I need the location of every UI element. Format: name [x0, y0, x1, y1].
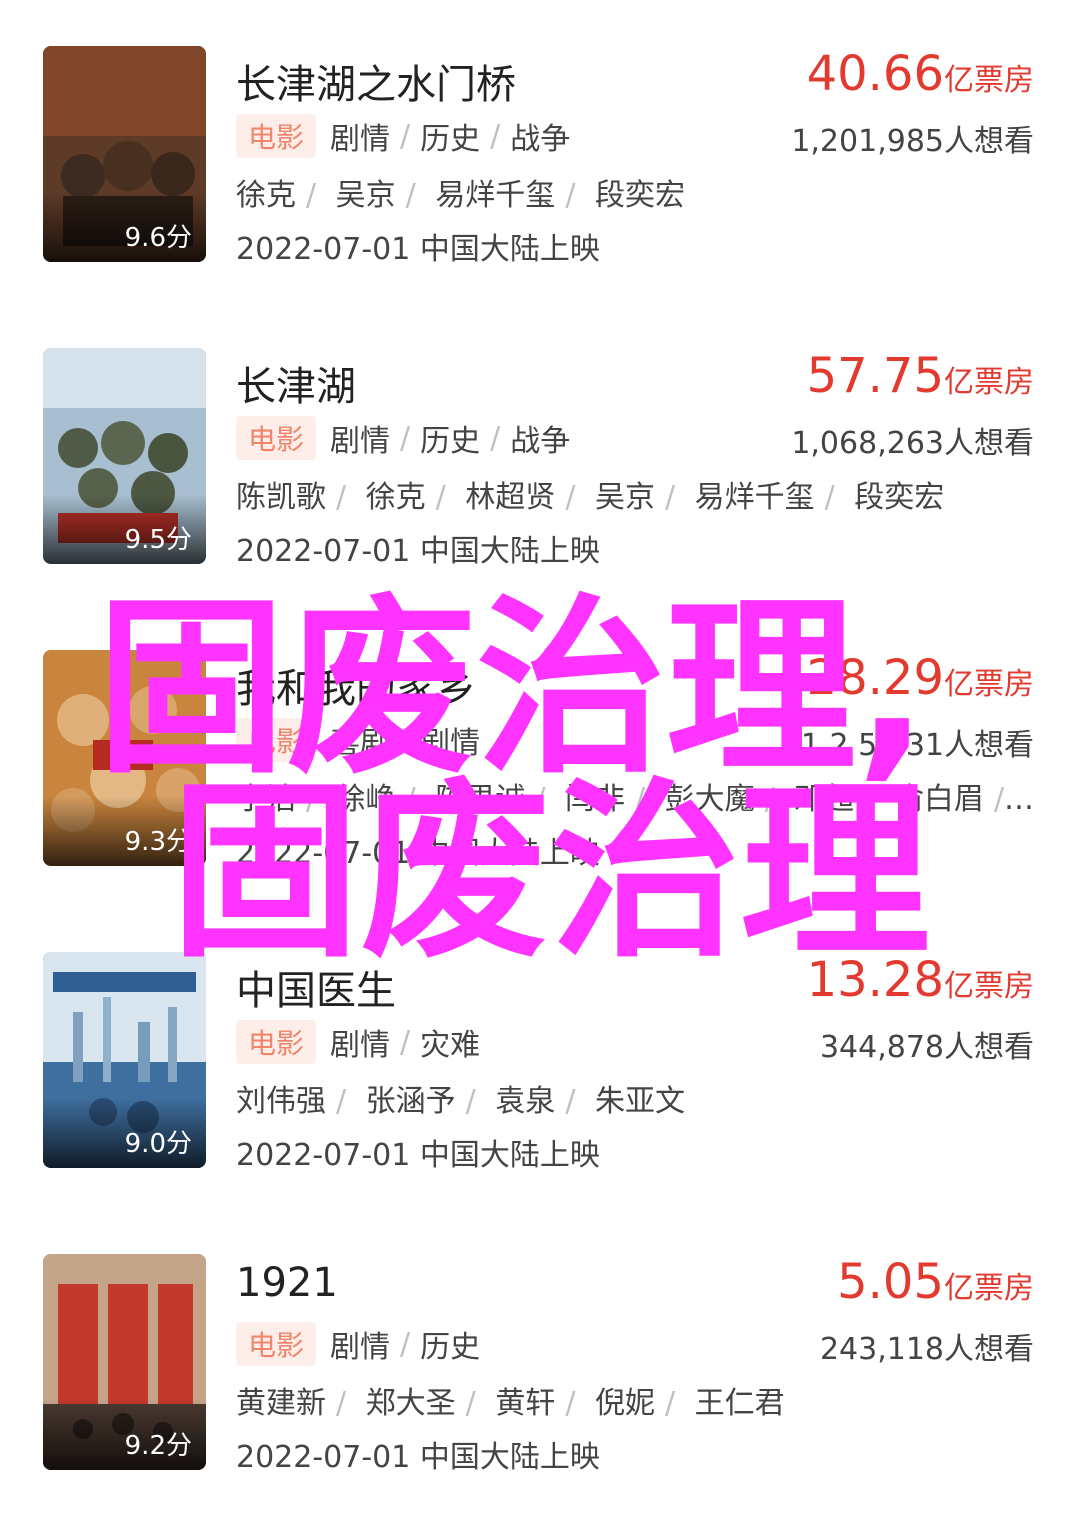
cast-member: 徐克 [365, 480, 426, 515]
cast-member: 闫非 [564, 782, 625, 817]
box-office-unit: 亿票房 [944, 365, 1034, 400]
cast-row: 黄建新 / 郑大圣 / 黄轩 / 倪妮 / 王仁君 [236, 1386, 785, 1421]
genre: 剧情 [330, 1330, 391, 1365]
box-office-unit: 亿票房 [944, 969, 1034, 1004]
rating-badge: 9.5分 [124, 525, 192, 555]
movie-title[interactable]: 1921 [236, 1260, 338, 1306]
cast-member: 宁浩 [236, 782, 296, 817]
cast-member: 黄轩 [495, 1386, 556, 1421]
box-office-value: 40.66 [806, 46, 944, 102]
want-count: 1,2 5,631人想看 [800, 728, 1034, 763]
cast-member: 刘伟强 [236, 1084, 326, 1119]
movie-poster[interactable]: 9.5分 [43, 348, 206, 564]
category-tag: 电影 [236, 114, 317, 158]
rating-badge: 9.6分 [124, 223, 192, 253]
cast-member: 朱亚文 [594, 1084, 685, 1119]
movie-poster[interactable]: 9.6分 [43, 46, 206, 262]
release-info: 2022-07-01 中国大陆上映 [236, 534, 600, 569]
box-office: 57.75亿票房 [807, 348, 1034, 404]
cast-member: 邓超 [794, 782, 855, 817]
box-office: 40.66亿票房 [807, 46, 1034, 102]
movie-title[interactable]: 长津湖 [236, 354, 356, 412]
movie-poster[interactable]: 9.3分 [43, 650, 206, 866]
movie-item[interactable]: 9.6分 长津湖之水门桥 电影 剧情 / 历史 / 战争 徐克 / 吴京 / 易烊千玺 /… [0, 0, 1080, 302]
box-office-value: 5.05 [837, 1254, 944, 1310]
rating-badge: 9.0分 [124, 1129, 192, 1159]
genre-row: 电影 剧情 / 历史 [236, 1322, 481, 1366]
cast-member: 易烊千玺 [694, 480, 815, 515]
cast-member: 林超贤 [465, 480, 556, 515]
genre: 战争 [510, 424, 571, 459]
cast-member: 徐峥 [335, 782, 396, 817]
want-count: 1,068,263人想看 [791, 426, 1034, 461]
release-info: 2022-07-01 中国大陆上映 [236, 1138, 600, 1173]
movie-item[interactable]: 9.2分 1921 电影 剧情 / 历史 黄建新 / 郑大圣 / 黄轩 / 倪妮 / 王仁… [0, 1208, 1080, 1510]
box-office: 13.28亿票房 [807, 952, 1034, 1008]
genre-row: 电影 剧情 / 灾难 [236, 1020, 481, 1064]
movie-title[interactable]: 长津湖之水门桥 [236, 52, 516, 110]
cast-member: 俞白眉 [893, 782, 984, 817]
cast-member: 彭大魔 [664, 782, 755, 817]
release-info: 2022-07-01 中国大陆上映 [236, 1440, 600, 1475]
genre: 历史 [420, 1330, 481, 1365]
genre-row: 电影 剧情 / 历史 / 战争 [236, 416, 571, 460]
box-office-value: 28.29 [806, 650, 944, 706]
box-office: 5.05亿票房 [837, 1254, 1034, 1310]
genre: 喜剧 [330, 726, 391, 761]
cast-member: 黄建新 [236, 1386, 326, 1421]
cast-row: 徐克 / 吴京 / 易烊千玺 / 段奕宏 [236, 178, 685, 213]
rating-badge: 9.2分 [124, 1431, 192, 1461]
cast-member: 郑大圣 [365, 1386, 456, 1421]
genre: 剧情 [420, 726, 481, 761]
cast-member: 张涵予 [365, 1084, 456, 1119]
cast-row: 陈凯歌 / 徐克 / 林超贤 / 吴京 / 易烊千玺 / 段奕宏 [236, 480, 945, 515]
category-tag: 电影 [236, 416, 317, 460]
cast-member: 倪妮 [594, 1386, 655, 1421]
movie-poster[interactable]: 9.2分 [43, 1254, 206, 1470]
box-office-unit: 亿票房 [944, 1271, 1034, 1306]
cast-member: 陈凯歌 [236, 480, 326, 515]
want-count: 243,118人想看 [819, 1332, 1034, 1367]
movie-title[interactable]: 我和我的家乡 [236, 656, 476, 714]
box-office-value: 57.75 [806, 348, 944, 404]
cast-member: 段奕宏 [854, 480, 945, 515]
genre-row: 电影 剧情 / 历史 / 战争 [236, 114, 571, 158]
want-count: 1,201,985人想看 [791, 124, 1034, 159]
cast-member: 易烊千玺 [435, 178, 556, 213]
movie-item[interactable]: 9.0分 中国医生 电影 剧情 / 灾难 刘伟强 / 张涵予 / 袁泉 / 朱亚文 20… [0, 906, 1080, 1208]
genre: 剧情 [330, 424, 391, 459]
movie-poster[interactable]: 9.0分 [43, 952, 206, 1168]
want-count: 344,878人想看 [819, 1030, 1034, 1065]
rating-badge: 9.3分 [124, 827, 192, 857]
genre: 战争 [510, 122, 571, 157]
genre-row: 电影 喜剧 / 剧情 [236, 718, 481, 762]
genre: 灾难 [420, 1028, 481, 1063]
cast-member: 王仁君 [694, 1386, 785, 1421]
cast-member: 吴京 [594, 480, 655, 515]
genre: 剧情 [330, 1028, 391, 1063]
movie-item[interactable]: 9.3分 我和我的家乡 电影 喜剧 / 剧情 宁浩 / 徐峥 / 陈思诚 / 闫非 / 彭… [0, 604, 1080, 906]
category-tag: 电影 [236, 1020, 317, 1064]
release-info: 2022-07-01 中国大陆上映 [236, 232, 600, 267]
cast-row: 宁浩/ 徐峥/ 陈思诚/ 闫非/ 彭大魔/ 邓超/ 俞白眉/ 黄… [236, 774, 1036, 818]
genre: 历史 [420, 122, 481, 157]
movie-item[interactable]: 9.5分 长津湖 电影 剧情 / 历史 / 战争 陈凯歌 / 徐克 / 林超贤 / 吴京 /… [0, 302, 1080, 604]
cast-member: 陈思诚 [435, 782, 526, 817]
genre: 历史 [420, 424, 481, 459]
box-office-unit: 亿票房 [944, 63, 1034, 98]
box-office: 28.29亿票房 [807, 650, 1034, 706]
box-office-unit: 亿票房 [944, 667, 1034, 702]
cast-member: 吴京 [335, 178, 396, 213]
genre: 剧情 [330, 122, 391, 157]
cast-row: 刘伟强 / 张涵予 / 袁泉 / 朱亚文 [236, 1084, 685, 1119]
release-info: 2022-07-01 中国大陆上映 [236, 836, 600, 871]
category-tag: 电影 [236, 1322, 317, 1366]
cast-member: 段奕宏 [594, 178, 685, 213]
movie-title[interactable]: 中国医生 [236, 958, 396, 1016]
category-tag: 电影 [236, 718, 317, 762]
cast-member: 徐克 [236, 178, 296, 213]
box-office-value: 13.28 [806, 952, 944, 1008]
cast-member: 袁泉 [495, 1084, 556, 1119]
